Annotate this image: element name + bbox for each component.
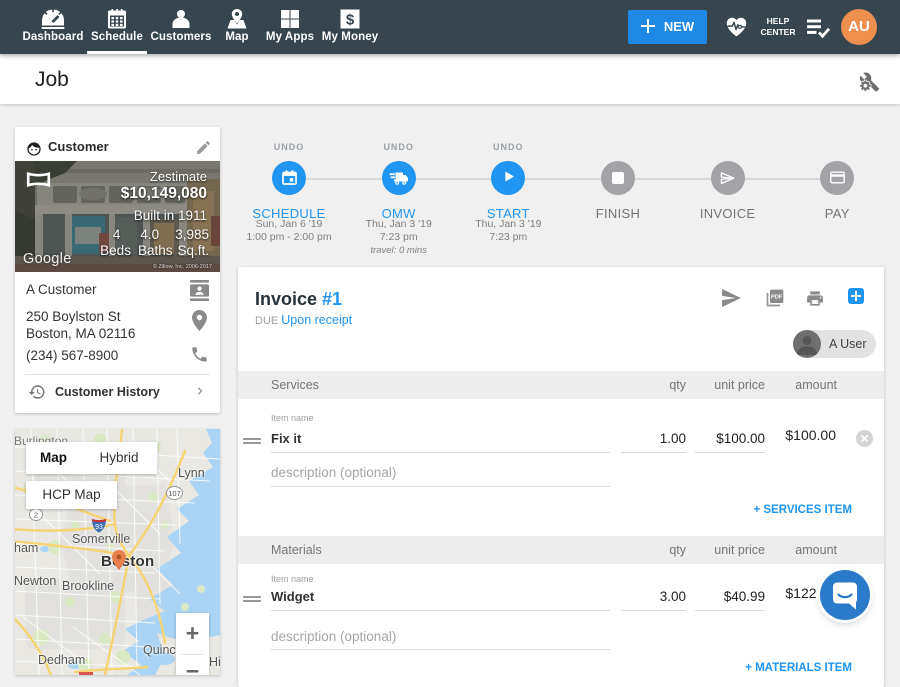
svg-text:$: $ bbox=[346, 12, 355, 29]
svg-text:93: 93 bbox=[95, 524, 103, 531]
svg-text:PDF: PDF bbox=[771, 295, 783, 301]
svg-text:107: 107 bbox=[168, 489, 181, 498]
svg-text:2: 2 bbox=[34, 511, 38, 520]
